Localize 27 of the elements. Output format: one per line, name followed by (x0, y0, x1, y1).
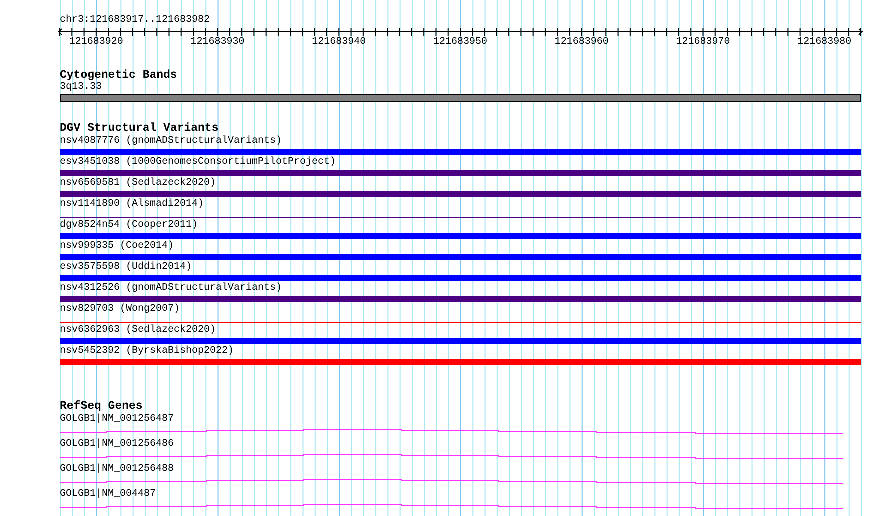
ruler-label: 121683980 (798, 37, 852, 49)
gene-label: GOLGB1|NM_004487 (60, 488, 156, 502)
variant-label: nsv1141890 (Alsmadi2014) (60, 198, 204, 212)
variant-label: dgv8524n54 (Cooper2011) (60, 219, 198, 233)
variant-label: nsv999335 (Coe2014) (60, 240, 174, 254)
variant-label: esv3575598 (Uddin2014) (60, 261, 192, 275)
track-title: Cytogenetic Bands (60, 69, 178, 82)
ruler-label: 121683970 (676, 37, 730, 49)
variant-label: nsv4312526 (gnomADStructuralVariants) (60, 282, 282, 296)
variant-label: nsv6362963 (Sedlazeck2020) (60, 324, 216, 338)
ruler-label: 121683960 (554, 37, 609, 49)
ruler-label: 121683950 (434, 37, 488, 49)
band-label: 3q13.33 (60, 82, 102, 94)
variant-label: nsv5452392 (ByrskaBishop2022) (60, 345, 234, 359)
track-title: RefSeq Genes (60, 401, 143, 413)
variant-label: nsv4087776 (gnomADStructuralVariants) (60, 135, 282, 149)
gene-label: GOLGB1|NM_001256487 (60, 413, 174, 427)
ruler-label: 121683940 (312, 37, 366, 49)
variant-label: esv3451038 (1000GenomesConsortiumPilotProject) (60, 156, 336, 170)
ruler-label: 121683920 (69, 37, 124, 49)
gene-label: GOLGB1|NM_001256488 (60, 463, 174, 477)
gene-label: GOLGB1|NM_001256486 (60, 438, 174, 452)
variant-label: nsv6569581 (Sedlazeck2020) (60, 177, 216, 191)
ruler-label: 121683930 (190, 37, 245, 49)
track-title: DGV Structural Variants (60, 123, 219, 135)
variant-label: nsv829703 (Wong2007) (60, 303, 180, 317)
location-label: chr3:121683917..121683982 (60, 14, 210, 27)
